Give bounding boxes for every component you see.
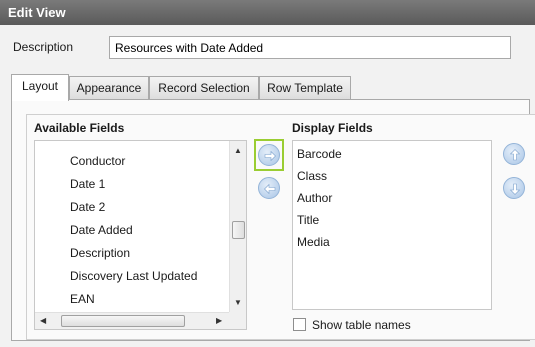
scroll-corner	[229, 312, 246, 329]
list-item[interactable]: Date 2	[70, 200, 105, 214]
list-item[interactable]: Class	[297, 169, 327, 183]
list-item[interactable]: Description	[70, 246, 130, 260]
list-item[interactable]: Barcode	[297, 147, 342, 161]
vertical-scroll-thumb[interactable]	[232, 221, 245, 239]
scroll-left-icon[interactable]: ◀	[40, 316, 46, 325]
horizontal-scroll-thumb[interactable]	[61, 315, 185, 327]
list-item[interactable]: Discovery Last Updated	[70, 269, 197, 283]
list-item[interactable]: Conductor	[70, 154, 125, 168]
list-item[interactable]: Date 1	[70, 177, 105, 191]
arrow-down-icon	[509, 183, 521, 195]
description-label: Description	[13, 40, 74, 54]
remove-field-button[interactable]	[258, 177, 280, 199]
tab-layout[interactable]: Layout	[11, 74, 69, 101]
list-item[interactable]: EAN	[70, 292, 95, 306]
add-field-button[interactable]	[258, 144, 280, 166]
list-item[interactable]: Title	[297, 213, 319, 227]
display-fields-list[interactable]: Barcode Class Author Title Media	[292, 140, 492, 310]
list-item[interactable]: Author	[297, 191, 332, 205]
show-table-names-checkbox[interactable]	[293, 318, 306, 331]
arrow-right-icon	[264, 150, 276, 162]
arrow-up-icon	[509, 149, 521, 161]
arrow-left-icon	[264, 183, 276, 195]
display-fields-heading: Display Fields	[292, 121, 373, 135]
available-fields-list[interactable]: Conductor Date 1 Date 2 Date Added Descr…	[34, 140, 247, 330]
vertical-scrollbar[interactable]: ▲ ▼	[229, 141, 246, 313]
scroll-right-icon[interactable]: ▶	[216, 316, 222, 325]
scroll-down-icon[interactable]: ▼	[234, 298, 242, 307]
tab-row-template[interactable]: Row Template	[259, 76, 351, 100]
window-title: Edit View	[0, 0, 535, 25]
available-fields-heading: Available Fields	[34, 121, 125, 135]
move-down-button[interactable]	[503, 177, 525, 199]
list-item[interactable]: Media	[297, 235, 330, 249]
description-input[interactable]	[109, 36, 511, 59]
scroll-up-icon[interactable]: ▲	[234, 146, 242, 155]
show-table-names-label: Show table names	[312, 318, 411, 332]
move-up-button[interactable]	[503, 143, 525, 165]
list-item-selected[interactable]: Date Added	[70, 223, 133, 237]
horizontal-scrollbar[interactable]: ◀ ▶	[35, 312, 246, 329]
tab-appearance[interactable]: Appearance	[69, 76, 149, 100]
tab-record-selection[interactable]: Record Selection	[149, 76, 259, 100]
